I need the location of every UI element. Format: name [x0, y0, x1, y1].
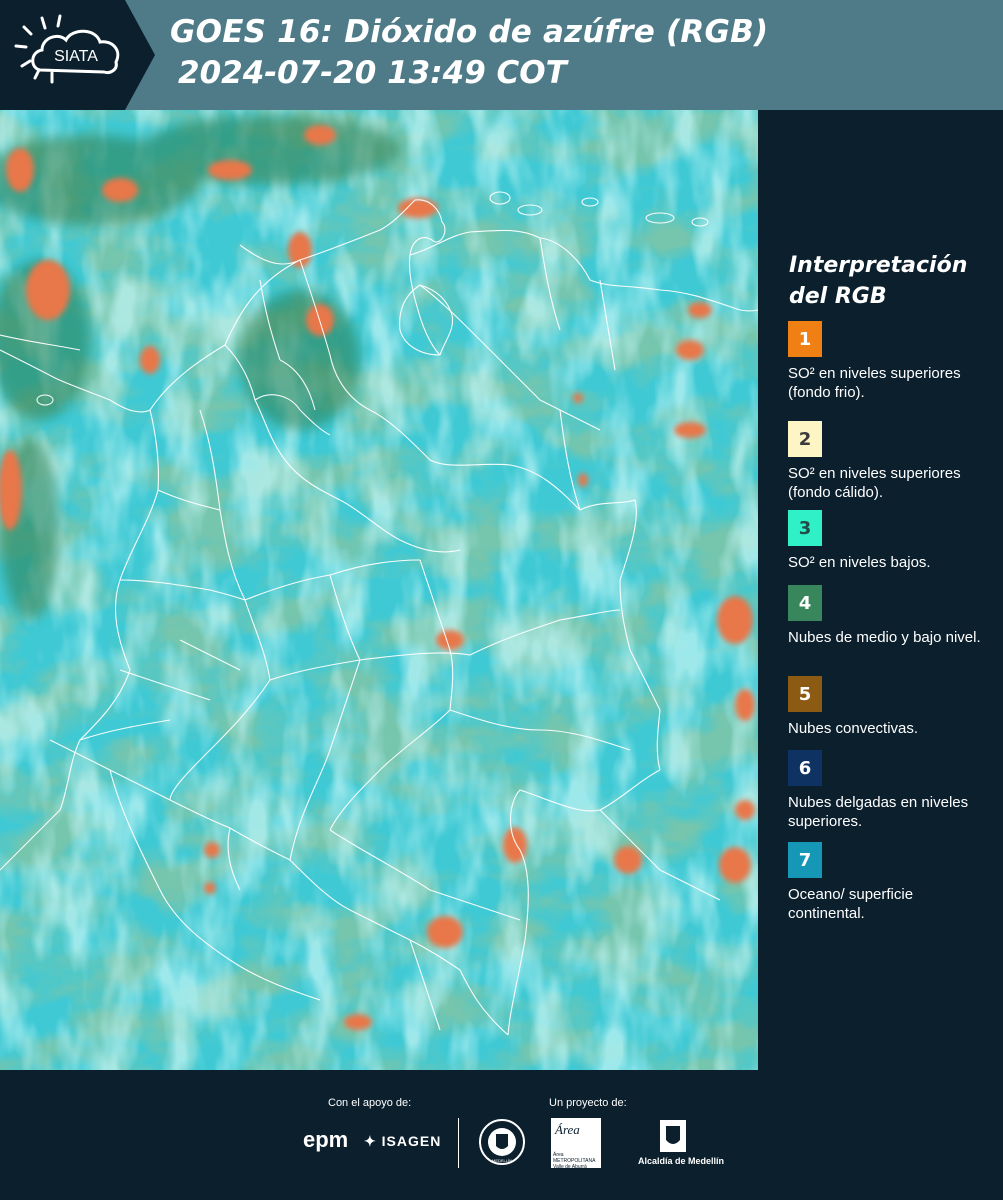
legend-label-7: Oceano/ superficie continental. [788, 886, 914, 922]
header-bar: SIATA GOES 16: Dióxido de azúfre (RGB) 2… [0, 0, 1003, 110]
area-metropolitana-text: Área METROPOLITANA Valle de Aburrá [553, 1152, 596, 1170]
map-canvas [0, 110, 758, 1070]
legend-swatch-5: 5 [788, 676, 822, 712]
legend-item-5: 5 Nubes convectivas. [788, 676, 993, 738]
legend-label-6: Nubes delgadas en niveles superiores. [788, 794, 969, 830]
alcaldia-medellin-logo: Alcaldía de Medellín [638, 1118, 724, 1174]
satellite-map [0, 110, 758, 1070]
legend-item-6: 6 Nubes delgadas en niveles superiores. [788, 750, 993, 831]
legend-item-1: 1 SO² en niveles superiores (fondo frio)… [788, 321, 993, 402]
legend-swatch-3: 3 [788, 510, 822, 546]
legend-item-3: 3 SO² en niveles bajos. [788, 510, 993, 572]
alcaldia-text: Alcaldía de Medellín [638, 1156, 725, 1166]
project-label: Un proyecto de: [549, 1097, 627, 1109]
legend-swatch-1: 1 [788, 321, 822, 357]
legend-label-1: SO² en niveles superiores (fondo frio). [788, 365, 961, 401]
logo-brand-text: SIATA [54, 48, 98, 65]
legend-label-3: SO² en niveles bajos. [788, 554, 931, 571]
page-title: GOES 16: Dióxido de azúfre (RGB) [170, 14, 769, 50]
legend-number-6: 6 [798, 757, 812, 779]
legend-number-1: 1 [798, 328, 812, 350]
legend-label-5: Nubes convectivas. [788, 720, 919, 737]
legend-number-3: 3 [798, 517, 812, 539]
siata-logo: SIATA [0, 0, 155, 110]
image-timestamp: 2024-07-20 13:49 COT [178, 55, 567, 91]
isagen-logo: ✦ ISAGEN [364, 1133, 441, 1150]
medellin-seal-logo: MEDELLÍN [478, 1118, 526, 1166]
legend-label-2: SO² en niveles superiores (fondo cálido)… [788, 465, 961, 501]
legend-number-4: 4 [798, 592, 812, 614]
legend-swatch-7: 7 [788, 842, 822, 878]
footer-divider [458, 1118, 459, 1168]
medellin-seal-text: MEDELLÍN [492, 1158, 512, 1163]
legend-panel: Interpretación del RGB 1 SO² en niveles … [760, 110, 1003, 1070]
legend-number-7: 7 [798, 849, 812, 871]
legend-item-2: 2 SO² en niveles superiores (fondo cálid… [788, 421, 993, 502]
legend-number-2: 2 [798, 428, 812, 450]
legend-swatch-6: 6 [788, 750, 822, 786]
legend-swatch-2: 2 [788, 421, 822, 457]
footer: Con el apoyo de: Un proyecto de: epm ✦ I… [0, 1070, 1003, 1200]
legend-title: Interpretación del RGB [789, 253, 968, 309]
epm-logo: epm [303, 1127, 349, 1152]
legend-label-4: Nubes de medio y bajo nivel. [788, 629, 981, 646]
isagen-text: ISAGEN [381, 1133, 442, 1149]
area-metropolitana-logo: Área Área METROPOLITANA Valle de Aburrá [551, 1118, 601, 1170]
legend-swatch-4: 4 [788, 585, 822, 621]
legend-item-4: 4 Nubes de medio y bajo nivel. [788, 585, 993, 647]
isagen-icon: ✦ [364, 1133, 377, 1149]
legend-item-7: 7 Oceano/ superficie continental. [788, 842, 993, 923]
support-label: Con el apoyo de: [328, 1097, 412, 1109]
legend-number-5: 5 [798, 683, 812, 705]
